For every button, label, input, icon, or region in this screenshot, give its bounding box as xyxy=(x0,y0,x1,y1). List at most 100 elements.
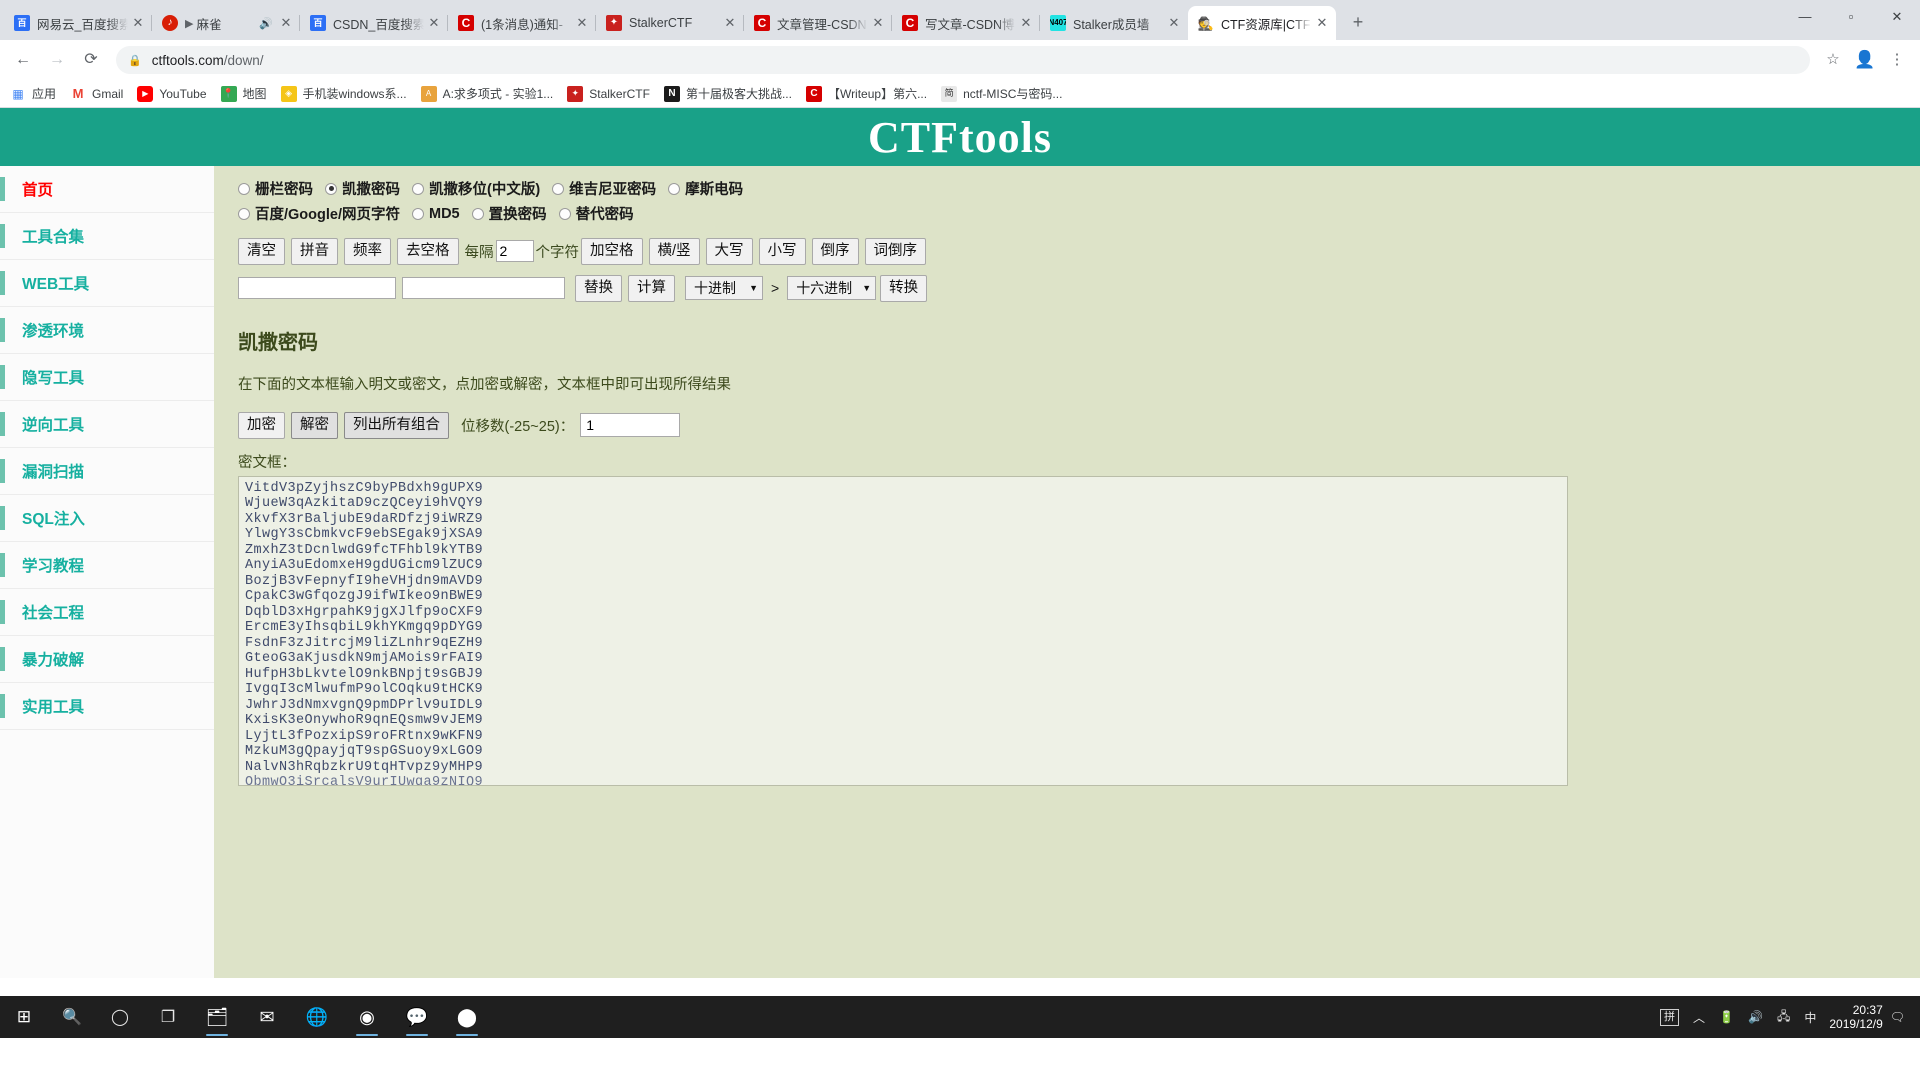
dark-app-icon[interactable]: ⬤ xyxy=(442,996,492,1038)
profile-avatar[interactable]: 👤 xyxy=(1850,45,1880,75)
replace-input[interactable] xyxy=(402,277,565,300)
bookmark-writeup[interactable]: C 【Writeup】第六... xyxy=(805,85,927,102)
clear-button[interactable]: 清空 xyxy=(238,238,285,265)
tab-close-icon[interactable]: ✕ xyxy=(426,15,442,31)
replace-button[interactable]: 替换 xyxy=(575,274,622,302)
list-all-combinations-button[interactable]: 列出所有组合 xyxy=(344,411,449,439)
sidebar-item-tutorials[interactable]: 学习教程 xyxy=(0,542,214,589)
find-input[interactable] xyxy=(238,277,396,300)
sidebar-item-utilities[interactable]: 实用工具 xyxy=(0,683,214,730)
ime-lang-icon[interactable]: 中 xyxy=(1804,1009,1816,1026)
browser-tab-3[interactable]: C (1条消息)通知- ✕ xyxy=(447,6,596,40)
wechat-icon[interactable]: 💬 xyxy=(392,996,442,1038)
browser-tab-2[interactable]: 百 CSDN_百度搜索 ✕ xyxy=(299,6,448,40)
uppercase-button[interactable]: 大写 xyxy=(705,238,753,265)
browser-tab-5[interactable]: C 文章管理-CSDN ✕ xyxy=(743,6,892,40)
add-spaces-button[interactable]: 加空格 xyxy=(581,238,643,265)
tab-audio-icon[interactable]: 🔊 xyxy=(259,17,273,30)
close-window-button[interactable]: ✕ xyxy=(1874,0,1920,34)
calculate-button[interactable]: 计算 xyxy=(628,274,675,302)
sidebar-item-sql-injection[interactable]: SQL注入 xyxy=(0,495,214,542)
network-icon[interactable]: 🖧 xyxy=(1777,1007,1790,1028)
new-tab-button[interactable]: + xyxy=(1344,9,1372,37)
sidebar-item-vuln-scan[interactable]: 漏洞扫描 xyxy=(0,448,214,495)
battery-icon[interactable]: 🔋 xyxy=(1719,1010,1734,1024)
chrome-icon[interactable]: ◉ xyxy=(342,996,392,1038)
browser-tab-1[interactable]: ♪ ▶ 麻雀 🔊 ✕ xyxy=(151,6,300,40)
radio-vigenere-cipher[interactable]: 维吉尼亚密码 xyxy=(552,178,656,199)
word-reverse-button[interactable]: 词倒序 xyxy=(864,238,927,265)
sidebar-item-brute-force[interactable]: 暴力破解 xyxy=(0,636,214,683)
bookmark-apps[interactable]: ▦ 应用 xyxy=(10,85,56,102)
reverse-button[interactable]: 倒序 xyxy=(811,238,859,265)
ime-pinyin-icon[interactable]: 拼 xyxy=(1660,1008,1680,1026)
shift-input[interactable] xyxy=(580,413,681,438)
mail-icon[interactable]: ✉ xyxy=(242,996,292,1038)
chrome-menu-icon[interactable]: ⋮ xyxy=(1882,45,1912,75)
tab-close-icon[interactable]: ✕ xyxy=(1166,15,1182,31)
browser-tab-8-active[interactable]: 🕵 CTF资源库|CTF ✕ xyxy=(1188,6,1336,40)
radio-morse-code[interactable]: 摩斯电码 xyxy=(668,178,743,199)
sidebar-item-reverse-tools[interactable]: 逆向工具 xyxy=(0,401,214,448)
tab-close-icon[interactable]: ✕ xyxy=(130,15,146,31)
browser-tab-7[interactable]: N407 Stalker成员墙 ✕ xyxy=(1039,6,1188,40)
interval-input[interactable] xyxy=(495,240,534,263)
sidebar-item-toolset[interactable]: 工具合集 xyxy=(0,213,214,260)
volume-icon[interactable]: 🔊 xyxy=(1748,1010,1763,1024)
bookmark-experiment[interactable]: A A:求多项式 - 实验1... xyxy=(420,85,553,102)
edge-icon[interactable]: 🌐 xyxy=(292,996,342,1038)
bookmark-youtube[interactable]: ▶ YouTube xyxy=(137,85,207,102)
radio-web-charset[interactable]: 百度/Google/网页字符 xyxy=(238,203,400,224)
cipher-output-textarea[interactable]: VitdV3pZyjhszC9byPBdxh9gUPX9 WjueW3qAzki… xyxy=(238,475,1568,786)
task-view-icon[interactable]: ❐ xyxy=(144,996,192,1038)
browser-tab-0[interactable]: 百 网易云_百度搜索 ✕ xyxy=(4,6,152,40)
bookmark-star-icon[interactable]: ☆ xyxy=(1818,45,1848,75)
bookmark-geek-challenge[interactable]: N 第十届极客大挑战... xyxy=(663,85,792,102)
tab-close-icon[interactable]: ✕ xyxy=(1314,15,1330,31)
bookmark-maps[interactable]: 📍 地图 xyxy=(220,85,267,102)
forward-icon[interactable]: → xyxy=(42,45,72,75)
radio-caesar-cipher[interactable]: 凯撒密码 xyxy=(325,178,400,199)
pinyin-button[interactable]: 拼音 xyxy=(291,238,338,265)
radio-substitution-cipher[interactable]: 替代密码 xyxy=(558,203,634,224)
circle-icon[interactable]: ◯ xyxy=(96,996,144,1038)
radio-caesar-shift-cn[interactable]: 凯撒移位(中文版) xyxy=(412,178,540,199)
convert-button[interactable]: 转换 xyxy=(880,274,928,302)
tab-close-icon[interactable]: ✕ xyxy=(278,15,294,31)
bookmark-gmail[interactable]: M Gmail xyxy=(70,86,124,102)
address-bar[interactable]: 🔒 ctftools.com/down/ xyxy=(116,46,1810,74)
decrypt-button[interactable]: 解密 xyxy=(291,411,338,439)
minimize-button[interactable]: — xyxy=(1782,0,1828,34)
sidebar-item-pentest-env[interactable]: 渗透环境 xyxy=(0,307,214,354)
horizontal-vertical-button[interactable]: 横/竖 xyxy=(648,238,700,265)
start-button[interactable]: ⊞ xyxy=(0,1007,48,1027)
chevron-up-icon[interactable]: ︿ xyxy=(1693,1009,1705,1026)
tab-close-icon[interactable]: ✕ xyxy=(722,15,738,31)
sidebar-item-social-engineering[interactable]: 社会工程 xyxy=(0,589,214,636)
notification-icon[interactable]: 🗨 xyxy=(1890,1010,1905,1024)
from-base-select[interactable]: 十进制 ▼ xyxy=(685,276,763,301)
bookmark-stalkerctf[interactable]: ✦ StalkerCTF xyxy=(567,85,650,102)
back-icon[interactable]: ← xyxy=(8,45,38,75)
frequency-button[interactable]: 频率 xyxy=(344,238,391,265)
file-explorer-icon[interactable]: 🗂 xyxy=(192,996,242,1038)
bookmark-windows[interactable]: ◈ 手机装windows系... xyxy=(280,85,407,102)
radio-fence-cipher[interactable]: 栅栏密码 xyxy=(238,178,313,199)
radio-transposition-cipher[interactable]: 置换密码 xyxy=(471,203,547,224)
tab-close-icon[interactable]: ✕ xyxy=(1018,15,1034,31)
taskbar-clock[interactable]: 20:37 2019/12/9 xyxy=(1829,1003,1882,1031)
encrypt-button[interactable]: 加密 xyxy=(238,411,285,439)
browser-tab-4[interactable]: ✦ StalkerCTF ✕ xyxy=(595,6,744,40)
sidebar-item-stego-tools[interactable]: 隐写工具 xyxy=(0,354,214,401)
search-icon[interactable]: 🔍 xyxy=(48,996,96,1038)
tab-close-icon[interactable]: ✕ xyxy=(574,15,590,31)
bookmark-nctf-misc[interactable]: 简 nctf-MISC与密码... xyxy=(941,85,1062,102)
lowercase-button[interactable]: 小写 xyxy=(758,238,806,265)
radio-md5[interactable]: MD5 xyxy=(412,206,460,222)
browser-tab-6[interactable]: C 写文章-CSDN博 ✕ xyxy=(891,6,1040,40)
reload-icon[interactable]: ⟳ xyxy=(76,45,106,75)
maximize-button[interactable]: ▫ xyxy=(1828,0,1874,34)
to-base-select[interactable]: 十六进制 ▼ xyxy=(787,276,877,301)
tab-close-icon[interactable]: ✕ xyxy=(870,15,886,31)
sidebar-item-web-tools[interactable]: WEB工具 xyxy=(0,260,214,307)
